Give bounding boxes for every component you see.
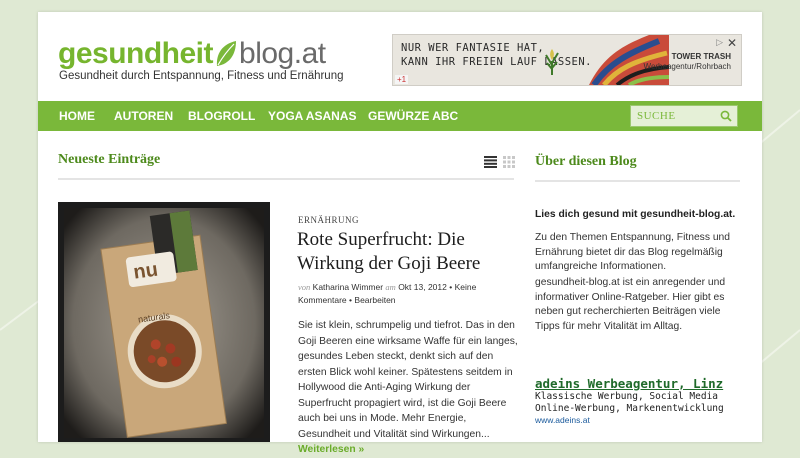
- nav-item-gewuerze-abc[interactable]: GEWÜRZE ABC: [368, 101, 458, 131]
- nav-item-autoren[interactable]: AUTOREN: [114, 101, 173, 131]
- post-excerpt-text: Sie ist klein, schrumpelig und tiefrot. …: [298, 320, 518, 440]
- tree-icon: [545, 49, 559, 75]
- text-ad-title[interactable]: adeins Werbeagentur, Linz: [535, 376, 745, 391]
- ad-slogan-line-2: KANN IHR FREIEN LAUF LASSEN.: [401, 56, 593, 68]
- ad-agency: Werbeagentur/Rohrbach: [643, 62, 731, 71]
- ad-slogan: NUR WER FANTASIE HAT, KANN IHR FREIEN LA…: [401, 41, 592, 69]
- search-icon[interactable]: [720, 110, 732, 122]
- nav-item-yoga-asanas[interactable]: YOGA ASANAS: [268, 101, 356, 131]
- post-thumbnail[interactable]: nu naturals: [58, 202, 270, 442]
- text-ad-line-1: Klassische Werbung, Social Media: [535, 391, 719, 402]
- sidebar-paragraph-1: Zu den Themen Entspannung, Fitness und E…: [535, 232, 731, 272]
- meta-on-label: am: [385, 282, 396, 292]
- meta-separator: •: [349, 295, 353, 305]
- site-tagline: Gesundheit durch Entspannung, Fitness un…: [59, 70, 344, 82]
- site-logo[interactable]: gesundheit blog.at: [58, 32, 326, 72]
- ad-choices-icon[interactable]: ▷: [716, 37, 723, 48]
- meta-separator: •: [449, 282, 453, 292]
- edit-link[interactable]: Bearbeiten: [354, 295, 395, 305]
- sidebar-intro: Lies dich gesund mit gesundheit-blog.at.: [535, 209, 736, 220]
- grid-view-icon[interactable]: [503, 156, 515, 168]
- search-input[interactable]: SUCHE: [630, 105, 738, 127]
- nav-item-blogroll[interactable]: BLOGROLL: [188, 101, 255, 131]
- sidebar-paragraph-2: gesundheit-blog.at ist ein anregender un…: [535, 277, 726, 332]
- ad-close-icon[interactable]: ✕: [727, 36, 737, 50]
- read-more-link[interactable]: Weiterlesen »: [298, 444, 364, 455]
- page-container: gesundheit blog.at Gesundheit durch Ents…: [38, 12, 762, 455]
- ad-banner[interactable]: NUR WER FANTASIE HAT, KANN IHR FREIEN LA…: [392, 34, 742, 86]
- logo-text-gesundheit: gesundheit: [58, 37, 214, 70]
- post-title[interactable]: Rote Superfrucht: Die Wirkung der Goji B…: [297, 228, 517, 276]
- leaf-icon: [216, 41, 237, 66]
- nav-item-home[interactable]: HOME: [59, 101, 95, 131]
- sidebar-divider: [535, 180, 740, 182]
- post-date: Okt 13, 2012: [398, 282, 447, 292]
- post-excerpt: Sie ist klein, schrumpelig und tiefrot. …: [298, 318, 518, 458]
- ad-brand-name: TOWER TRASH: [671, 52, 731, 61]
- post-category[interactable]: ERNÄHRUNG: [298, 215, 359, 225]
- ad-plus-one-button[interactable]: +1: [395, 75, 409, 84]
- sidebar-text-ad[interactable]: adeins Werbeagentur, Linz Klassische Wer…: [535, 376, 745, 425]
- main-nav: HOME AUTOREN BLOGROLL YOGA ASANAS GEWÜRZ…: [38, 101, 762, 131]
- meta-by-label: von: [298, 282, 311, 292]
- bag-label-nu: nu: [132, 259, 159, 284]
- list-view-icon[interactable]: [484, 156, 497, 168]
- text-ad-line-2: Online-Werbung, Markenentwicklung: [535, 403, 724, 414]
- latest-posts-title: Neueste Einträge: [58, 152, 161, 167]
- logo-text-blog: blog.at: [239, 37, 326, 70]
- main-divider: [58, 178, 514, 180]
- sidebar-title: Über diesen Blog: [535, 154, 637, 169]
- search-placeholder: SUCHE: [637, 110, 676, 122]
- text-ad-url[interactable]: www.adeins.at: [535, 415, 745, 425]
- goji-bag-image: nu naturals: [64, 208, 264, 438]
- post-author-link[interactable]: Katharina Wimmer: [313, 282, 383, 292]
- ad-brand: TOWER TRASH Werbeagentur/Rohrbach: [644, 52, 731, 72]
- post-meta: von Katharina Wimmer am Okt 13, 2012 • K…: [298, 281, 518, 307]
- ad-slogan-line-1: NUR WER FANTASIE HAT,: [401, 42, 545, 54]
